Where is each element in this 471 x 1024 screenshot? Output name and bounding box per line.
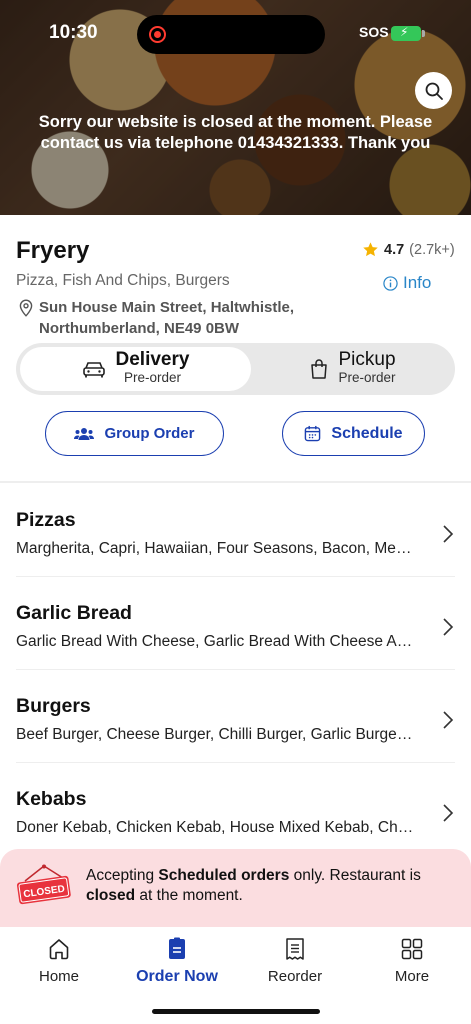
category-row[interactable]: Burgers Beef Burger, Cheese Burger, Chil… — [0, 670, 471, 763]
nav-label: Home — [38, 968, 79, 985]
category-title: Garlic Bread — [16, 602, 132, 624]
info-link[interactable]: Info — [383, 273, 431, 293]
delivery-option[interactable]: Delivery Pre-order — [20, 347, 251, 391]
info-icon — [383, 275, 398, 291]
dynamic-island — [137, 15, 325, 54]
pickup-option[interactable]: Pickup Pre-order — [255, 347, 451, 391]
closed-sign-icon: CLOSED — [16, 864, 71, 905]
calendar-icon — [305, 425, 321, 442]
address-line-1: Sun House Main Street, Haltwhistle, — [39, 299, 295, 316]
chevron-right-icon — [443, 804, 454, 822]
closed-banner-message: Accepting Scheduled orders only. Restaur… — [86, 866, 446, 906]
sos-indicator: SOS — [359, 24, 389, 40]
nav-label: More — [394, 968, 430, 985]
banner-text: only. Restaurant is — [289, 867, 421, 884]
address: Sun House Main Street, Haltwhistle, Nort… — [18, 297, 294, 339]
delivery-subtitle: Pre-order — [123, 370, 181, 385]
category-items: Beef Burger, Cheese Burger, Chilli Burge… — [16, 726, 416, 743]
cuisine-list: Pizza, Fish And Chips, Burgers — [16, 272, 230, 289]
bottom-nav: Home Order Now Reorder More — [0, 927, 471, 1024]
group-order-button[interactable]: Group Order — [45, 411, 224, 456]
order-icon — [169, 937, 185, 959]
car-icon — [82, 362, 105, 378]
rating: 4.7 (2.7k+) — [362, 241, 455, 258]
category-items: Doner Kebab, Chicken Kebab, House Mixed … — [16, 819, 416, 836]
category-title: Pizzas — [16, 509, 76, 531]
chevron-right-icon — [443, 711, 454, 729]
address-line-2: Northumberland, NE49 0BW — [39, 320, 240, 337]
hero-banner: 10:30 SOS ⚡ Sorry our website is closed … — [0, 0, 471, 215]
search-button[interactable] — [415, 72, 452, 109]
rating-score: 4.7 — [384, 241, 405, 258]
pickup-subtitle: Pre-order — [338, 370, 396, 385]
chevron-right-icon — [443, 525, 454, 543]
nav-order-now[interactable]: Order Now — [118, 937, 236, 986]
nav-home[interactable]: Home — [0, 937, 118, 985]
nav-reorder[interactable]: Reorder — [236, 937, 354, 985]
banner-bold-text: Scheduled orders — [158, 867, 290, 884]
grid-icon — [401, 938, 423, 960]
group-order-label: Group Order — [104, 425, 195, 442]
home-indicator — [152, 1009, 320, 1014]
recording-icon — [149, 26, 166, 43]
search-icon — [425, 82, 443, 100]
status-time: 10:30 — [49, 22, 98, 43]
schedule-button[interactable]: Schedule — [282, 411, 425, 456]
chevron-right-icon — [443, 618, 454, 636]
category-row[interactable]: Kebabs Doner Kebab, Chicken Kebab, House… — [0, 763, 471, 856]
info-label: Info — [403, 273, 432, 292]
category-items: Margherita, Capri, Hawaiian, Four Season… — [16, 540, 416, 557]
pickup-title: Pickup — [338, 349, 396, 370]
banner-text: Accepting — [86, 867, 159, 884]
home-icon — [49, 939, 69, 960]
schedule-label: Schedule — [331, 424, 403, 442]
battery-icon: ⚡ — [391, 25, 425, 41]
category-title: Kebabs — [16, 788, 87, 810]
category-row[interactable]: Garlic Bread Garlic Bread With Cheese, G… — [0, 577, 471, 670]
banner-text: at the moment. — [135, 887, 243, 904]
closed-banner: CLOSED Accepting Scheduled orders only. … — [0, 849, 471, 927]
nav-label: Order Now — [136, 968, 218, 985]
section-divider — [0, 481, 471, 483]
star-icon — [363, 242, 378, 257]
banner-bold-text: closed — [86, 887, 136, 904]
location-pin-icon — [19, 299, 33, 317]
category-items: Garlic Bread With Cheese, Garlic Bread W… — [16, 633, 416, 650]
nav-more[interactable]: More — [353, 937, 471, 985]
rating-count: (2.7k+) — [409, 241, 455, 258]
receipt-icon — [286, 938, 304, 960]
nav-label: Reorder — [267, 968, 323, 985]
closed-message: Sorry our website is closed at the momen… — [38, 113, 433, 152]
delivery-title: Delivery — [115, 349, 190, 370]
order-mode-toggle: Delivery Pre-order Pickup Pre-order — [16, 343, 455, 395]
category-title: Burgers — [16, 695, 91, 717]
group-icon — [74, 427, 95, 440]
shopping-bag-icon — [311, 359, 328, 379]
restaurant-name: Fryery — [16, 237, 90, 264]
category-row[interactable]: Pizzas Margherita, Capri, Hawaiian, Four… — [0, 484, 471, 577]
